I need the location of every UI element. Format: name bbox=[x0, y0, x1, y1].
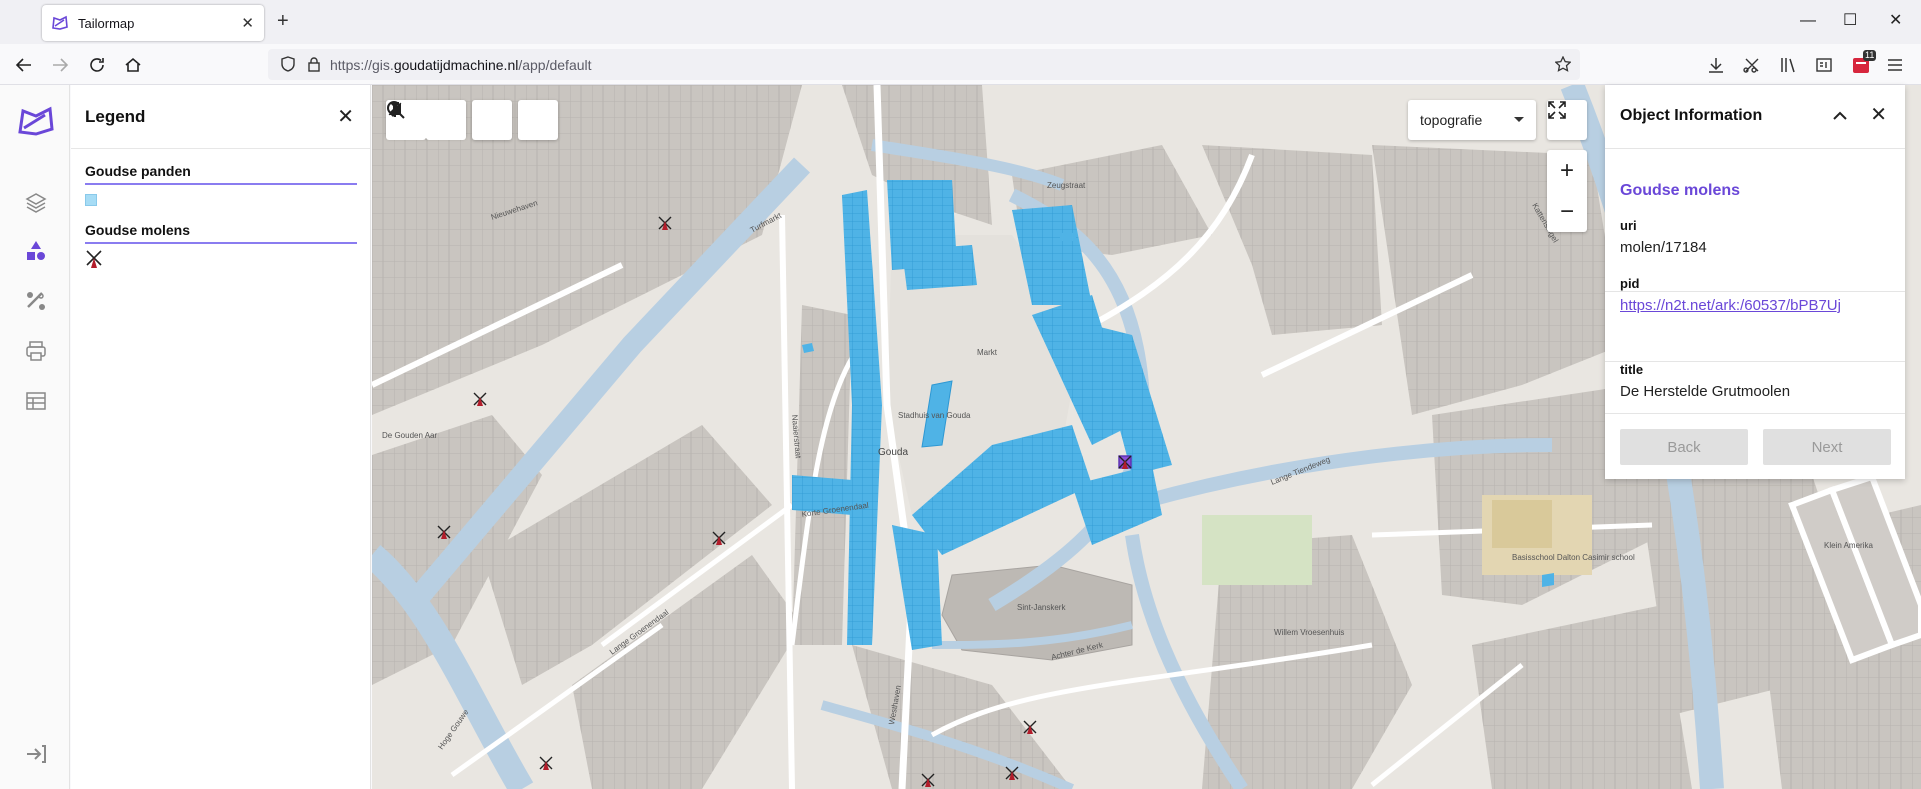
legend-title: Legend bbox=[85, 107, 146, 126]
legend-panel: Legend ✕ Goudse panden Goudse molens bbox=[71, 85, 371, 789]
url-text: https://gis.goudatijdmachine.nl/app/defa… bbox=[330, 57, 592, 73]
map-label-de-gouden-aar: De Gouden Aar bbox=[382, 431, 437, 440]
chevron-up-icon[interactable] bbox=[1831, 107, 1849, 125]
search-icon[interactable] bbox=[387, 100, 558, 140]
measure-area-icon[interactable] bbox=[388, 100, 466, 140]
legend-layer-name: Goudse molens bbox=[85, 222, 357, 244]
print-icon[interactable] bbox=[23, 338, 49, 364]
map-label-gouda: Gouda bbox=[878, 447, 908, 458]
field-key: uri bbox=[1620, 218, 1637, 233]
background-layer-select[interactable]: topografie bbox=[1408, 100, 1536, 140]
browser-tabbar: Tailormap ✕ + — ☐ ✕ bbox=[0, 0, 1921, 44]
forward-arrow-icon[interactable] bbox=[49, 54, 71, 76]
pid-link[interactable]: https://n2t.net/ark:/60537/bPB7Uj bbox=[1620, 297, 1905, 314]
login-icon[interactable] bbox=[23, 741, 49, 767]
park-area bbox=[1202, 515, 1312, 585]
minimize-icon[interactable]: — bbox=[1800, 12, 1816, 30]
object-info-close-icon[interactable]: ✕ bbox=[1870, 105, 1887, 125]
field-value: De Herstelde Grutmoolen bbox=[1620, 383, 1791, 400]
pin-icon[interactable] bbox=[390, 100, 512, 140]
zoom-in-button[interactable]: + bbox=[1560, 150, 1574, 191]
legend-icon[interactable] bbox=[23, 238, 49, 264]
field-key: pid bbox=[1620, 276, 1640, 291]
field-value: molen/17184 bbox=[1620, 239, 1707, 256]
legend-layer-name: Goudse panden bbox=[85, 163, 357, 185]
bookmark-star-icon[interactable] bbox=[1555, 56, 1571, 72]
extension-badge: 11 bbox=[1863, 50, 1877, 61]
zoom-out-button[interactable]: − bbox=[1560, 191, 1574, 232]
map-label-klein-amerika: Klein Amerika bbox=[1824, 541, 1873, 550]
fullscreen-icon[interactable] bbox=[1547, 100, 1587, 140]
reader-view-icon[interactable] bbox=[1815, 56, 1833, 74]
tailormap-favicon-icon bbox=[52, 15, 68, 30]
maximize-icon[interactable]: ☐ bbox=[1843, 12, 1857, 30]
object-info-header: Object Information ✕ bbox=[1605, 85, 1905, 149]
back-button[interactable]: Back bbox=[1620, 429, 1748, 465]
tab-close-icon[interactable]: ✕ bbox=[241, 14, 254, 32]
layers-icon[interactable] bbox=[23, 189, 49, 215]
object-info-row: pid https://n2t.net/ark:/60537/bPB7Uj bbox=[1605, 276, 1905, 362]
shield-icon[interactable] bbox=[280, 56, 296, 72]
new-tab-icon[interactable]: + bbox=[277, 10, 289, 32]
table-icon[interactable] bbox=[23, 388, 49, 414]
back-arrow-icon[interactable] bbox=[13, 54, 35, 76]
tailormap-logo-icon[interactable] bbox=[17, 105, 55, 137]
tab-title: Tailormap bbox=[78, 15, 135, 31]
window-close-icon[interactable]: ✕ bbox=[1889, 12, 1902, 30]
zoom-control: + − bbox=[1547, 150, 1587, 232]
object-info-row: title De Herstelde Grutmoolen bbox=[1605, 362, 1905, 414]
lock-icon[interactable] bbox=[306, 56, 322, 72]
map-label-markt: Markt bbox=[977, 348, 998, 357]
field-key: title bbox=[1620, 362, 1644, 377]
legend-header: Legend ✕ bbox=[71, 85, 370, 149]
next-button[interactable]: Next bbox=[1763, 429, 1891, 465]
sidebar-rail bbox=[0, 85, 70, 789]
tailormap-app: Legend ✕ Goudse panden Goudse molens Gou… bbox=[0, 85, 1921, 789]
downloads-icon[interactable] bbox=[1707, 56, 1725, 74]
chevron-down-icon bbox=[1514, 117, 1524, 122]
url-bar[interactable]: https://gis.goudatijdmachine.nl/app/defa… bbox=[268, 49, 1580, 80]
map-label-stadhuis: Stadhuis van Gouda bbox=[898, 411, 971, 420]
object-info-title: Object Information bbox=[1620, 107, 1763, 124]
tools-icon[interactable] bbox=[23, 288, 49, 314]
screenshot-icon[interactable] bbox=[1743, 56, 1761, 74]
browser-tab[interactable]: Tailormap ✕ bbox=[42, 5, 264, 41]
map-label-zeugstraat: Zeugstraat bbox=[1047, 181, 1086, 190]
map-label-basisschool: Basisschool Dalton Casimir school bbox=[1512, 553, 1635, 562]
object-info-layer-name: Goudse molens bbox=[1620, 182, 1741, 199]
legend-close-icon[interactable]: ✕ bbox=[337, 107, 354, 127]
map-label-sint-janskerk: Sint-Janskerk bbox=[1017, 603, 1066, 612]
legend-layer-panden: Goudse panden bbox=[85, 163, 357, 206]
background-layer-value: topografie bbox=[1420, 112, 1483, 128]
library-icon[interactable] bbox=[1779, 56, 1797, 74]
polygon-swatch-icon bbox=[85, 194, 97, 206]
windmill-marker-icon bbox=[86, 250, 102, 268]
browser-navbar: https://gis.goudatijdmachine.nl/app/defa… bbox=[0, 44, 1921, 85]
object-info-panel: Object Information ✕ Goudse molens uri m… bbox=[1605, 85, 1905, 479]
map-label-willem-vroesenhuis: Willem Vroesenhuis bbox=[1274, 628, 1344, 637]
reload-icon[interactable] bbox=[86, 54, 108, 76]
menu-icon[interactable] bbox=[1887, 57, 1903, 73]
home-icon[interactable] bbox=[122, 54, 144, 76]
map-toolbar bbox=[386, 100, 558, 140]
legend-layer-molens: Goudse molens bbox=[85, 222, 357, 274]
